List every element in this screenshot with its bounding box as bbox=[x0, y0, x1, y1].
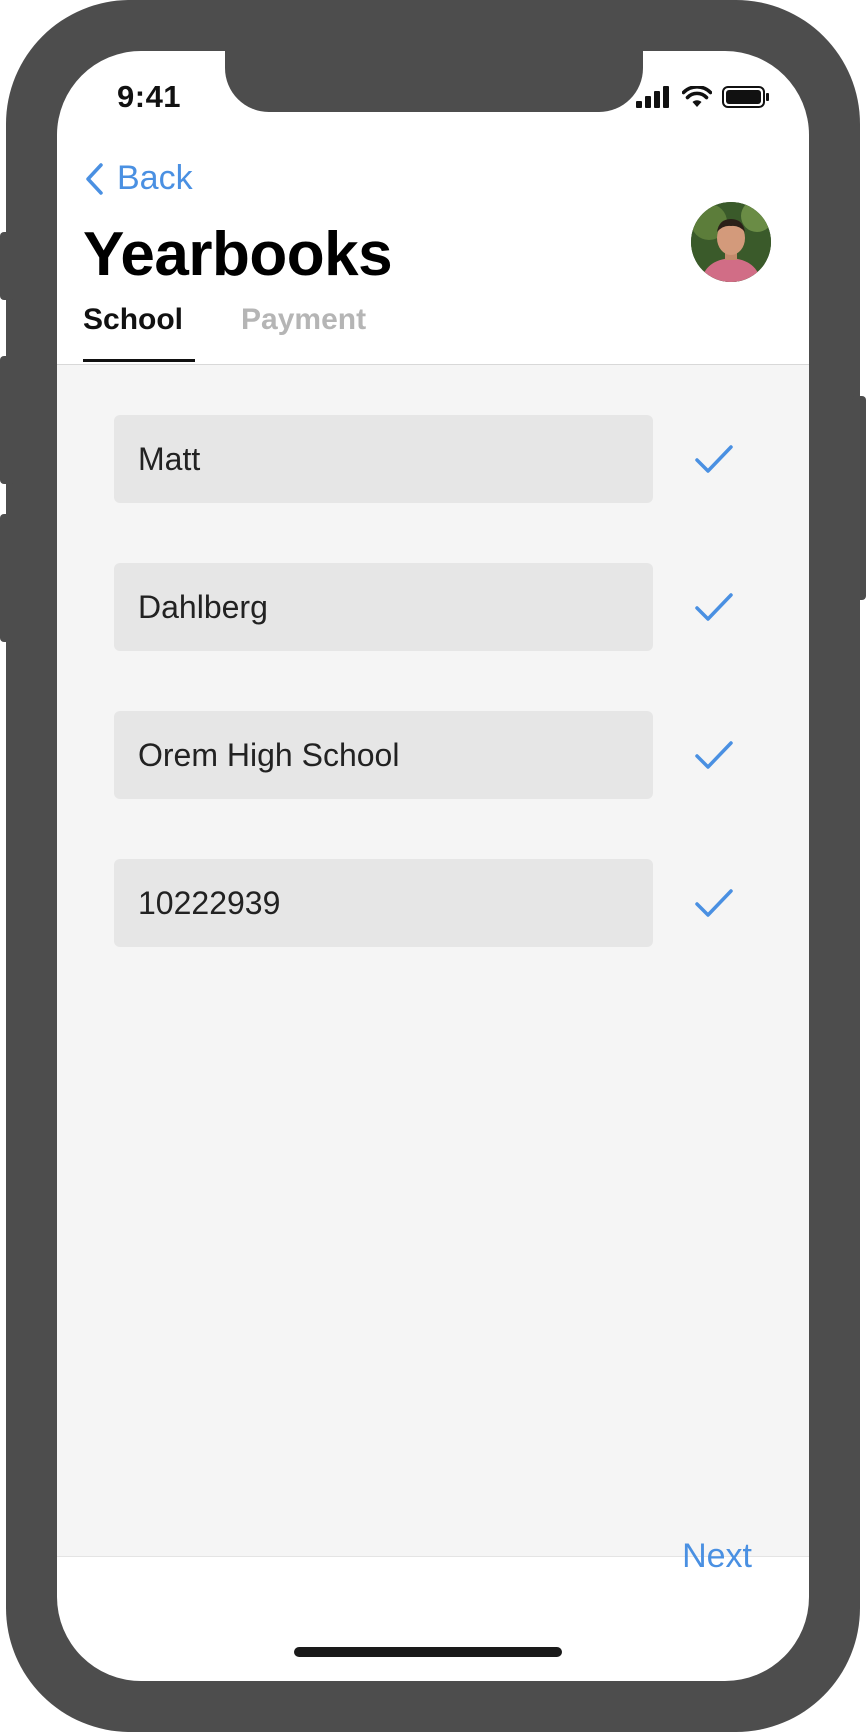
checkmark-icon bbox=[695, 445, 733, 473]
chevron-left-icon bbox=[86, 162, 103, 195]
cellular-signal-icon bbox=[636, 86, 669, 108]
student-id-row: 10222939 bbox=[114, 859, 754, 947]
last-name-row: Dahlberg bbox=[114, 563, 754, 651]
first-name-row: Matt bbox=[114, 415, 754, 503]
battery-icon bbox=[722, 86, 769, 108]
profile-photo-icon bbox=[691, 202, 771, 282]
power-button bbox=[852, 396, 866, 600]
tab-payment[interactable]: Payment bbox=[241, 303, 366, 362]
form-content: Matt Dahlberg Orem High School 10222939 bbox=[57, 364, 809, 1557]
first-name-field[interactable]: Matt bbox=[114, 415, 653, 503]
next-button[interactable]: Next bbox=[682, 1537, 752, 1576]
student-id-field[interactable]: 10222939 bbox=[114, 859, 653, 947]
volume-up-button bbox=[0, 356, 14, 484]
checkmark-icon bbox=[695, 741, 733, 769]
tab-bar: School Payment bbox=[83, 303, 366, 362]
last-name-field[interactable]: Dahlberg bbox=[114, 563, 653, 651]
page-title: Yearbooks bbox=[83, 220, 393, 289]
school-row: Orem High School bbox=[114, 711, 754, 799]
status-icons bbox=[636, 85, 770, 109]
notch bbox=[225, 51, 643, 112]
checkmark-icon bbox=[695, 889, 733, 917]
back-label: Back bbox=[117, 159, 193, 197]
status-time: 9:41 bbox=[117, 79, 182, 114]
avatar[interactable] bbox=[691, 202, 771, 282]
back-button[interactable]: Back bbox=[85, 159, 193, 198]
school-field[interactable]: Orem High School bbox=[114, 711, 653, 799]
wifi-icon bbox=[682, 86, 712, 107]
checkmark-icon bbox=[695, 593, 733, 621]
volume-down-button bbox=[0, 514, 14, 642]
phone-screen: 9:41 Back Yearbooks School Payment Matt … bbox=[57, 51, 809, 1681]
mute-switch bbox=[0, 232, 14, 300]
home-indicator[interactable] bbox=[294, 1647, 562, 1657]
tab-school[interactable]: School bbox=[83, 303, 196, 362]
